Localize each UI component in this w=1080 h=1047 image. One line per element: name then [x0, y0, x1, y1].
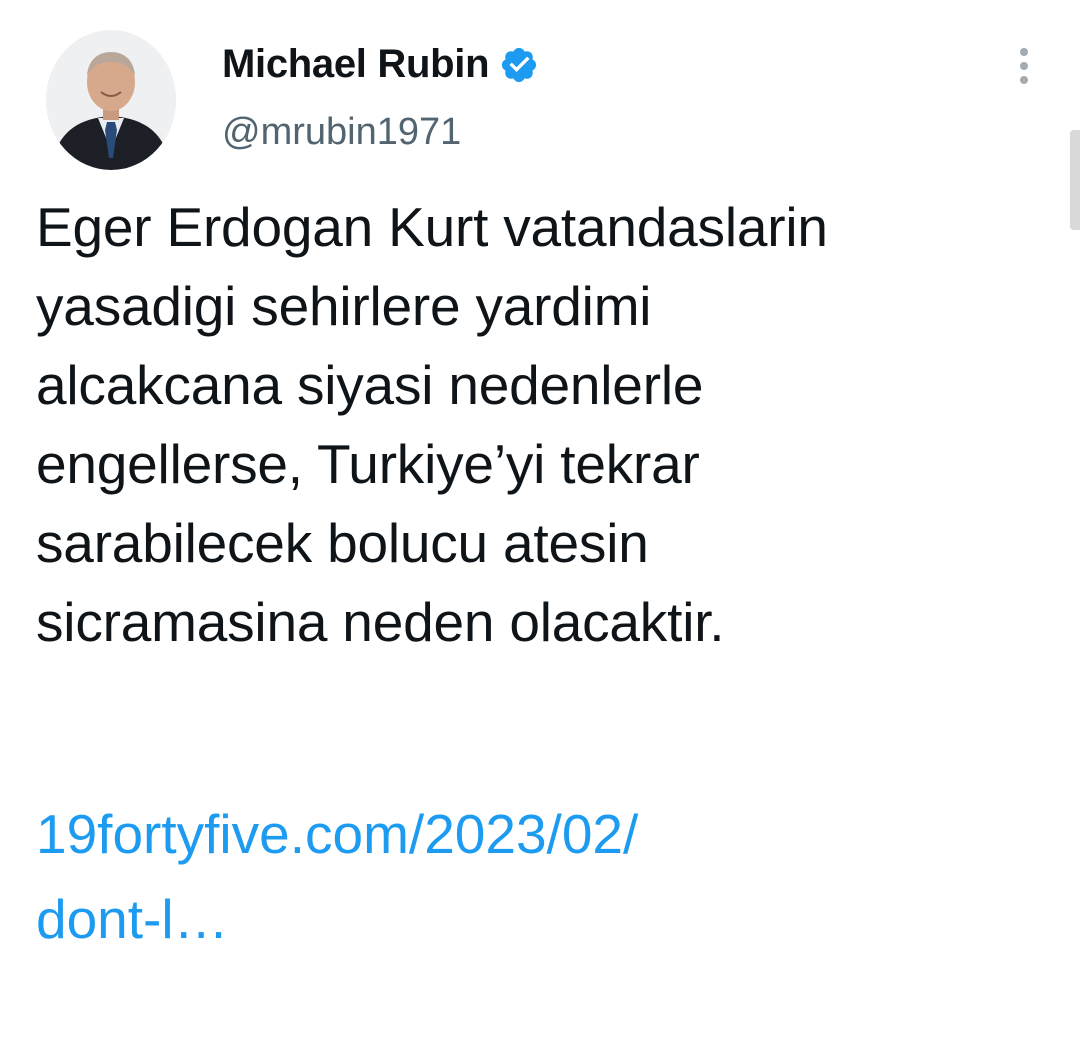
tweet-body-text: Eger Erdogan Kurt vatandaslarin yasadigi… — [36, 188, 1036, 662]
tweet-text-line: alcakcana siyasi nedenlerle — [36, 354, 704, 416]
author-avatar[interactable] — [46, 30, 176, 170]
author-display-name[interactable]: Michael Rubin — [222, 38, 490, 90]
tweet-link-line[interactable]: 19fortyfive.com/2023/02/ — [36, 792, 1036, 877]
tweet-text-line: sicramasina neden olacaktir. — [36, 591, 725, 653]
tweet-card: Michael Rubin @mrubin1971 Eger Erdogan K… — [0, 0, 1080, 1047]
tweet-text-line: yasadigi sehirlere yardimi — [36, 275, 652, 337]
scrollbar-thumb[interactable] — [1070, 130, 1080, 230]
author-handle[interactable]: @mrubin1971 — [222, 106, 461, 158]
tweet-text-line: sarabilecek bolucu atesin — [36, 512, 649, 574]
author-name-row[interactable]: Michael Rubin — [222, 38, 539, 90]
more-options-icon[interactable] — [1010, 44, 1038, 88]
tweet-text-line: engellerse, Turkiye’yi tekrar — [36, 433, 700, 495]
tweet-link-line[interactable]: dont-l… — [36, 877, 1036, 962]
tweet-link[interactable]: 19fortyfive.com/2023/02/ dont-l… — [36, 792, 1036, 962]
tweet-text-line: Eger Erdogan Kurt vatandaslarin — [36, 196, 828, 258]
verified-badge-icon — [499, 45, 539, 85]
avatar-photo — [46, 30, 176, 170]
